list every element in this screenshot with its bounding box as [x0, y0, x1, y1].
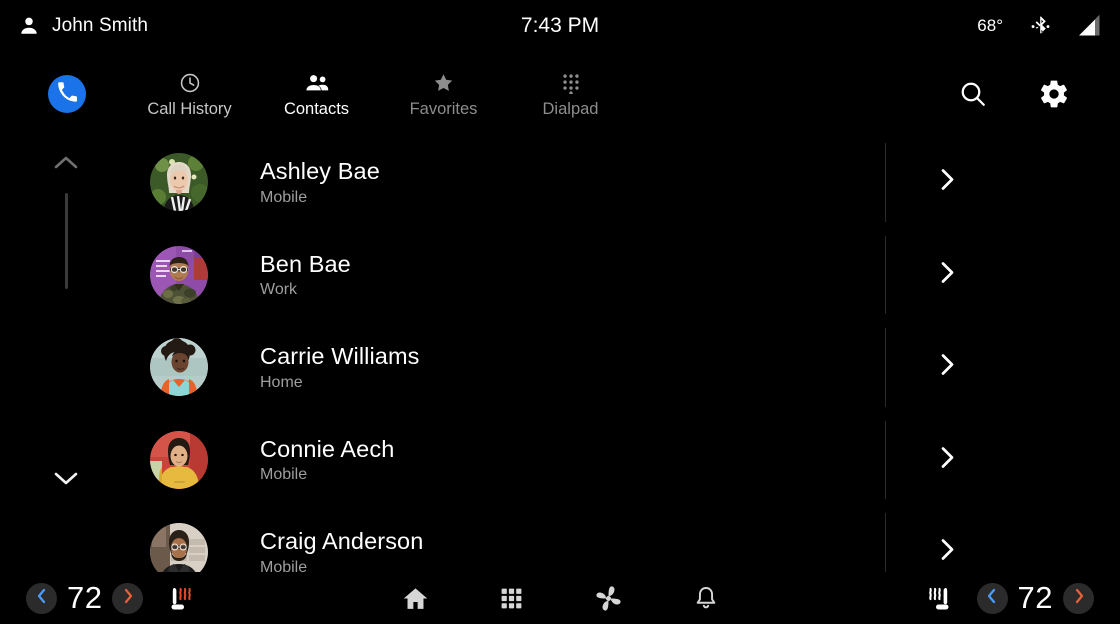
- row-divider: [885, 235, 886, 314]
- contact-info: Ashley Bae Mobile: [260, 158, 380, 206]
- contacts-content: Ashley Bae Mobile Ben Bae Work Carrie Wi…: [0, 136, 1120, 572]
- contact-type: Home: [260, 373, 303, 391]
- contact-type: Mobile: [260, 466, 308, 484]
- chevron-right-icon[interactable]: [937, 444, 959, 475]
- people-icon: [305, 72, 329, 94]
- contact-list[interactable]: Ashley Bae Mobile Ben Bae Work Carrie Wi…: [132, 136, 1120, 572]
- chevron-up-icon[interactable]: [51, 152, 81, 179]
- contact-info: Craig Anderson Mobile: [260, 528, 423, 572]
- driver-climate-cluster: 72: [0, 580, 199, 616]
- status-bar: John Smith 7:43 PM 68°: [0, 0, 1120, 52]
- outside-temperature-label: 68°: [977, 16, 1003, 35]
- bluetooth-icon: [1029, 15, 1052, 38]
- phone-app-badge[interactable]: [48, 75, 86, 113]
- contact-name: Craig Anderson: [260, 528, 424, 555]
- apps-grid-icon[interactable]: [499, 586, 524, 611]
- table-row[interactable]: Carrie Williams Home: [132, 321, 1120, 414]
- driver-temp-decrease-button[interactable]: [26, 582, 57, 614]
- notification-bell-icon[interactable]: [693, 584, 719, 612]
- chevron-down-icon[interactable]: [51, 467, 81, 494]
- passenger-temperature-value: 72: [1017, 580, 1053, 615]
- climate-fan-icon[interactable]: [594, 584, 623, 613]
- chevron-right-icon[interactable]: [937, 352, 959, 383]
- passenger-temp-increase-button[interactable]: [1063, 582, 1094, 614]
- row-divider: [885, 513, 886, 572]
- passenger-temp-decrease-button[interactable]: [976, 582, 1008, 614]
- contact-type: Work: [260, 281, 298, 299]
- tab-label: Contacts: [283, 100, 350, 119]
- scrollbar-track[interactable]: [64, 193, 68, 572]
- contact-type: Mobile: [260, 558, 308, 572]
- tab-label: Dialpad: [542, 100, 599, 119]
- search-icon[interactable]: [958, 79, 988, 109]
- contact-info: Connie Aech Mobile: [260, 436, 394, 484]
- phone-handset-icon: [57, 81, 77, 107]
- contact-name: Connie Aech: [260, 435, 395, 462]
- chevron-right-icon: [121, 588, 135, 609]
- home-icon[interactable]: [402, 585, 429, 612]
- person-icon: [18, 15, 40, 37]
- avatar: [150, 245, 208, 304]
- chevron-left-icon: [985, 588, 999, 609]
- tab-call-history[interactable]: Call History: [126, 70, 253, 118]
- avatar: [150, 523, 208, 572]
- scrollbar-thumb[interactable]: [64, 193, 68, 289]
- row-divider: [885, 420, 886, 499]
- avatar: [150, 153, 208, 212]
- table-row[interactable]: Craig Anderson Mobile: [132, 506, 1120, 572]
- table-row[interactable]: Ben Bae Work: [132, 229, 1120, 322]
- contact-name: Carrie Williams: [260, 343, 420, 370]
- system-bottom-bar: 72 72: [0, 572, 1120, 624]
- tab-favorites[interactable]: Favorites: [380, 70, 507, 118]
- ventilated-seat-icon[interactable]: [921, 582, 955, 614]
- tab-list: Call History Contacts Favorites Dialpad: [126, 70, 634, 118]
- row-divider: [885, 328, 886, 407]
- contact-type: Mobile: [260, 188, 308, 206]
- tab-label: Call History: [147, 100, 232, 119]
- avatar: [150, 430, 208, 489]
- tab-bar-actions: [958, 78, 1120, 110]
- table-row[interactable]: Ashley Bae Mobile: [132, 136, 1120, 229]
- chevron-right-icon: [1072, 588, 1086, 609]
- star-icon: [432, 72, 455, 94]
- status-bar-indicators: 68°: [977, 14, 1120, 38]
- avatar: [150, 338, 208, 397]
- table-row[interactable]: Connie Aech Mobile: [132, 414, 1120, 507]
- status-bar-user: John Smith: [0, 15, 148, 37]
- chevron-right-icon[interactable]: [937, 537, 959, 568]
- heated-seat-icon[interactable]: [165, 582, 199, 614]
- status-bar-clock: 7:43 PM: [520, 14, 600, 37]
- tab-label: Favorites: [409, 100, 478, 119]
- contact-info: Carrie Williams Home: [260, 343, 419, 391]
- passenger-climate-cluster: 72: [921, 580, 1120, 616]
- chevron-right-icon[interactable]: [937, 259, 959, 290]
- contact-name: Ashley Bae: [260, 158, 380, 185]
- contact-name: Ben Bae: [260, 250, 351, 277]
- user-name-label: John Smith: [52, 15, 149, 36]
- tab-contacts[interactable]: Contacts: [253, 70, 380, 118]
- row-divider: [885, 143, 886, 222]
- driver-temperature-value: 72: [67, 580, 103, 615]
- clock-icon: [179, 72, 201, 94]
- chevron-left-icon: [35, 588, 49, 609]
- driver-temperature-control: 72: [26, 580, 144, 616]
- chevron-right-icon[interactable]: [937, 167, 959, 198]
- dialer-tab-bar: Call History Contacts Favorites Dialpad: [0, 52, 1120, 136]
- dialpad-icon: [560, 72, 582, 95]
- tab-dialpad[interactable]: Dialpad: [507, 70, 634, 118]
- list-scroll-rail: [0, 136, 132, 572]
- signal-bars-icon: [1078, 14, 1104, 38]
- settings-gear-icon[interactable]: [1038, 78, 1070, 110]
- driver-temp-increase-button[interactable]: [112, 582, 144, 614]
- contact-info: Ben Bae Work: [260, 251, 351, 299]
- passenger-temperature-control: 72: [976, 580, 1094, 616]
